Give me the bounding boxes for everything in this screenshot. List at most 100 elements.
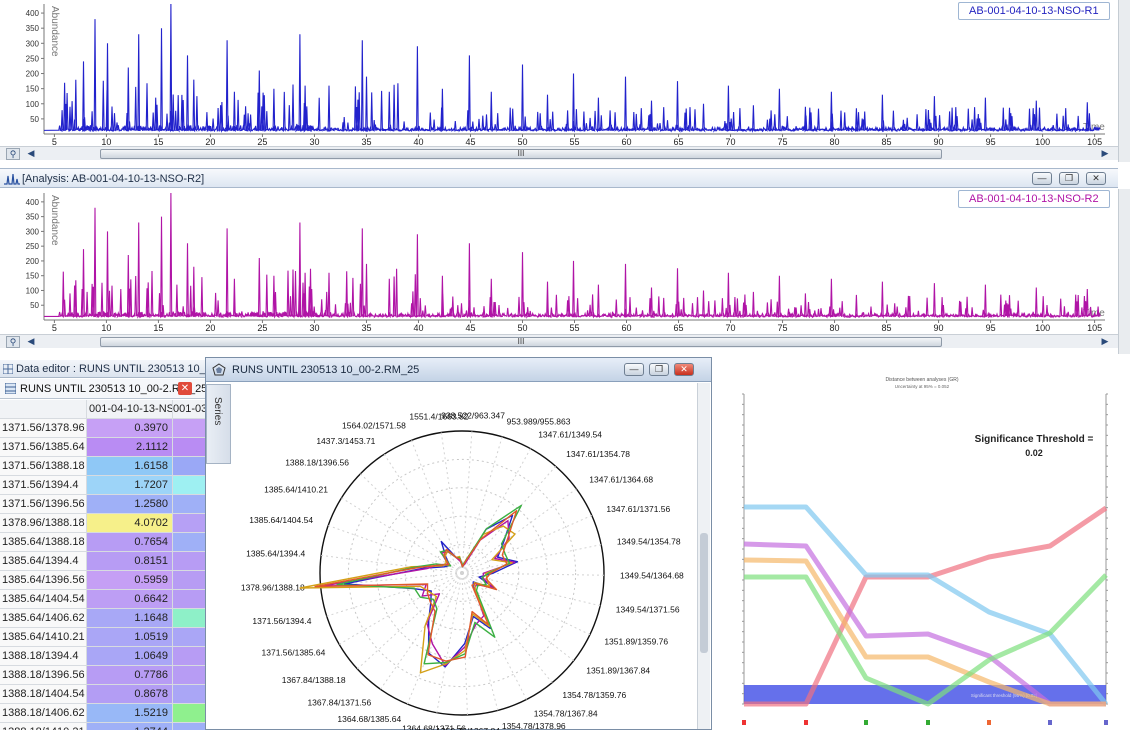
data-editor-tab[interactable]: RUNS UNTIL 230513 10_00-2.RM_25 ✕ — [0, 379, 207, 399]
pair-cell[interactable]: 1385.64/1406.62 — [0, 609, 87, 627]
zoom-icon[interactable]: ⚲ — [6, 336, 20, 348]
pair-cell[interactable]: 1378.96/1388.18 — [0, 514, 87, 532]
restore-button[interactable]: ❐ — [1059, 172, 1079, 185]
value-cell[interactable]: 1.7207 — [87, 476, 173, 494]
value-cell[interactable]: 0.6642 — [87, 590, 173, 608]
pair-cell[interactable]: 1388.18/1396.56 — [0, 666, 87, 684]
value-cell[interactable]: 1.2744 — [87, 723, 173, 730]
analysis-window-titlebar[interactable]: [Analysis: AB-001-04-10-13-NSO-R2] — ❐ ✕ — [0, 168, 1118, 188]
header-cell-sample1[interactable]: 001-04-10-13-NSC — [87, 400, 173, 418]
table-row[interactable]: 1385.64/1404.54 0.6642 — [0, 590, 205, 609]
pair-cell[interactable]: 1371.56/1378.96 — [0, 419, 87, 437]
series-panel-tab[interactable]: Series — [206, 384, 231, 464]
value-cell[interactable]: 1.0649 — [87, 647, 173, 665]
table-row[interactable]: 1388.18/1394.4 1.0649 — [0, 647, 205, 666]
table-row[interactable]: 1385.64/1388.18 0.7654 — [0, 533, 205, 552]
time-scrollbar-r2[interactable]: ⚲ ◀ III ▶ — [0, 334, 1118, 348]
value-cell-2[interactable] — [173, 704, 205, 722]
scroll-right-icon[interactable]: ▶ — [1098, 148, 1112, 160]
value-cell[interactable]: 1.6158 — [87, 457, 173, 475]
table-row[interactable]: 1385.64/1396.56 0.5959 — [0, 571, 205, 590]
table-row[interactable]: 1388.18/1404.54 0.8678 — [0, 685, 205, 704]
scroll-thumb[interactable]: III — [100, 149, 942, 159]
pair-cell[interactable]: 1388.18/1406.62 — [0, 704, 87, 722]
pair-cell[interactable]: 1385.64/1394.4 — [0, 552, 87, 570]
value-cell-2[interactable] — [173, 419, 205, 437]
vertical-scrollbar-top[interactable] — [1118, 0, 1130, 162]
pair-cell[interactable]: 1385.64/1396.56 — [0, 571, 87, 589]
value-cell-2[interactable] — [173, 533, 205, 551]
value-cell[interactable]: 4.0702 — [87, 514, 173, 532]
table-row[interactable]: 1388.18/1410.211.2744 — [0, 723, 205, 730]
zoom-icon[interactable]: ⚲ — [6, 148, 20, 160]
value-cell[interactable]: 0.5959 — [87, 571, 173, 589]
vertical-scrollbar-bottom[interactable] — [1118, 189, 1130, 354]
table-row[interactable]: 1371.56/1378.96 0.3970 — [0, 419, 205, 438]
radar-close-button[interactable]: ✕ — [674, 363, 694, 376]
table-row[interactable]: 1388.18/1396.56 0.7786 — [0, 666, 205, 685]
scroll-left-icon[interactable]: ◀ — [24, 336, 38, 348]
table-row[interactable]: 1371.56/1396.56 1.2580 — [0, 495, 205, 514]
value-cell-2[interactable] — [173, 723, 205, 730]
value-cell[interactable]: 1.2580 — [87, 495, 173, 513]
close-button[interactable]: ✕ — [1086, 172, 1106, 185]
value-cell[interactable]: 1.0519 — [87, 628, 173, 646]
value-cell-2[interactable] — [173, 457, 205, 475]
value-cell-2[interactable] — [173, 685, 205, 703]
value-cell-2[interactable] — [173, 476, 205, 494]
radar-chart[interactable]: 938.522/963.347953.989/955.8631347.61/13… — [234, 383, 704, 730]
value-cell-2[interactable] — [173, 495, 205, 513]
radar-scroll-thumb[interactable] — [700, 533, 708, 653]
radar-vertical-scrollbar[interactable] — [697, 383, 710, 729]
value-cell[interactable]: 1.1648 — [87, 609, 173, 627]
table-row[interactable]: 1388.18/1406.62 1.5219 — [0, 704, 205, 723]
radar-window-titlebar[interactable]: RUNS UNTIL 230513 10_00-2.RM_25 — ❐ ✕ — [206, 358, 711, 382]
radar-restore-button[interactable]: ❐ — [649, 363, 669, 376]
value-cell-2[interactable] — [173, 647, 205, 665]
pair-cell[interactable]: 1385.64/1404.54 — [0, 590, 87, 608]
scroll-right-icon[interactable]: ▶ — [1098, 336, 1112, 348]
value-cell[interactable]: 1.5219 — [87, 704, 173, 722]
x-tick-label: 10 — [101, 323, 111, 333]
value-cell[interactable]: 0.7654 — [87, 533, 173, 551]
value-cell[interactable]: 0.8151 — [87, 552, 173, 570]
table-row[interactable]: 1385.64/1394.4 0.8151 — [0, 552, 205, 571]
pair-cell[interactable]: 1385.64/1410.21 — [0, 628, 87, 646]
radar-minimize-button[interactable]: — — [624, 363, 644, 376]
pair-cell[interactable]: 1371.56/1385.64 — [0, 438, 87, 456]
value-cell-2[interactable] — [173, 438, 205, 456]
pair-cell[interactable]: 1371.56/1394.4 — [0, 476, 87, 494]
value-cell-2[interactable] — [173, 571, 205, 589]
table-row[interactable]: 1371.56/1394.4 1.7207 — [0, 476, 205, 495]
table-row[interactable]: 1385.64/1406.62 1.1648 — [0, 609, 205, 628]
value-cell-2[interactable] — [173, 590, 205, 608]
value-cell-2[interactable] — [173, 666, 205, 684]
data-editor-titlebar[interactable]: Data editor : RUNS UNTIL 230513 10_00-2.… — [0, 360, 237, 378]
minimize-button[interactable]: — — [1032, 172, 1052, 185]
value-cell-2[interactable] — [173, 609, 205, 627]
table-row[interactable]: 1378.96/1388.18 4.0702 — [0, 514, 205, 533]
value-cell[interactable]: 0.7786 — [87, 666, 173, 684]
value-cell-2[interactable] — [173, 514, 205, 532]
table-row[interactable]: 1371.56/1385.64 2.1112 — [0, 438, 205, 457]
table-row[interactable]: 1385.64/1410.21 1.0519 — [0, 628, 205, 647]
value-cell-2[interactable] — [173, 628, 205, 646]
value-cell-2[interactable] — [173, 552, 205, 570]
pair-cell[interactable]: 1388.18/1410.21 — [0, 723, 87, 730]
value-cell[interactable]: 0.8678 — [87, 685, 173, 703]
scroll-thumb[interactable]: III — [100, 337, 942, 347]
pair-cell[interactable]: 1388.18/1394.4 — [0, 647, 87, 665]
value-cell[interactable]: 0.3970 — [87, 419, 173, 437]
pair-cell[interactable]: 1371.56/1396.56 — [0, 495, 87, 513]
header-cell-sample2[interactable]: 001-03 — [173, 400, 205, 418]
pair-cell[interactable]: 1388.18/1404.54 — [0, 685, 87, 703]
chromatogram-plot-r1[interactable]: 400350300250200150100505 10 15 20 25 30 35 40 45… — [0, 0, 1118, 148]
time-scrollbar-r1[interactable]: ⚲ ◀ III ▶ — [0, 146, 1118, 160]
pair-cell[interactable]: 1371.56/1388.18 — [0, 457, 87, 475]
pair-cell[interactable]: 1385.64/1388.18 — [0, 533, 87, 551]
value-cell[interactable]: 2.1112 — [87, 438, 173, 456]
scroll-left-icon[interactable]: ◀ — [24, 148, 38, 160]
close-tab-icon[interactable]: ✕ — [178, 382, 192, 395]
chromatogram-plot-r2[interactable]: 400 350 300 250 200 150 100 50 5 10 15 20 25 30 35 40 45… — [0, 189, 1118, 334]
table-row[interactable]: 1371.56/1388.18 1.6158 — [0, 457, 205, 476]
